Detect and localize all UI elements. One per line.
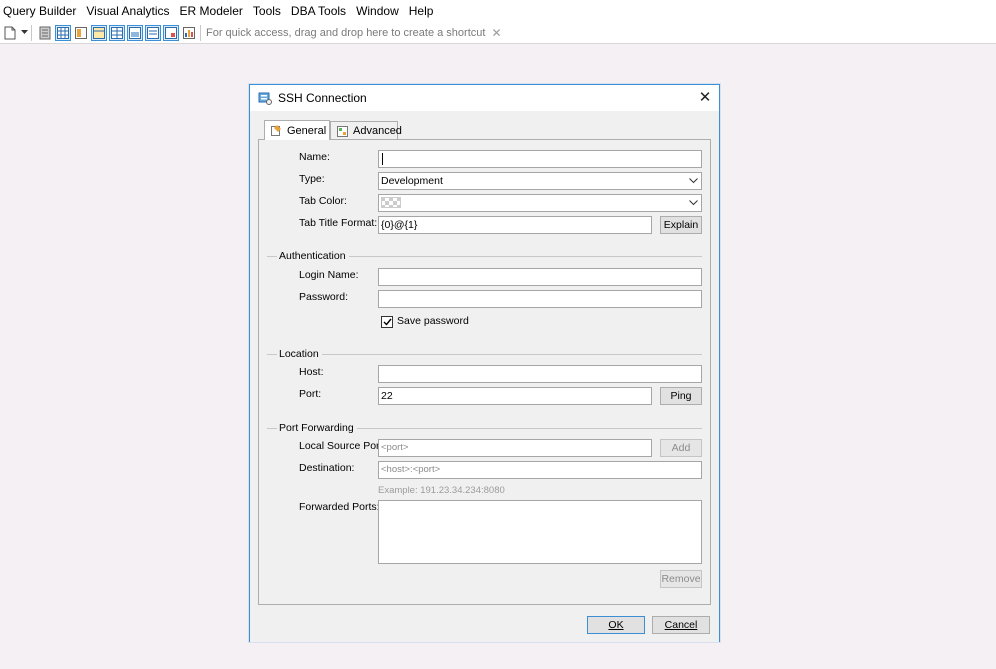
- checkmark-icon: [383, 318, 392, 326]
- table-view-icon[interactable]: [109, 24, 125, 41]
- server-icon[interactable]: [37, 25, 53, 41]
- destination-example-hint: Example: 191.23.34.234:8080: [378, 485, 505, 496]
- save-password-label[interactable]: Save password: [397, 315, 469, 327]
- layout-view-icon[interactable]: [91, 24, 107, 41]
- forwarded-ports-list[interactable]: [378, 500, 702, 564]
- tab-title-format-value: {0}@{1}: [381, 219, 418, 231]
- bar-chart-icon[interactable]: [181, 25, 197, 41]
- name-input[interactable]: [378, 150, 702, 168]
- new-document-icon[interactable]: [2, 25, 18, 41]
- tab-color-select[interactable]: [378, 194, 702, 212]
- toolbar-separator: [31, 24, 32, 41]
- dialog-body: General Advanced Name: Type: Development…: [250, 111, 719, 642]
- menu-er-modeler[interactable]: ER Modeler: [176, 0, 249, 22]
- text-caret: [382, 153, 383, 166]
- type-label: Type:: [299, 173, 325, 185]
- remove-button[interactable]: Remove: [660, 570, 702, 588]
- general-tab-panel: Name: Type: Development Tab Color: Tab T…: [258, 139, 711, 605]
- local-source-port-input[interactable]: <port>: [378, 439, 652, 457]
- chevron-down-icon: [689, 196, 698, 211]
- shortcut-hint: For quick access, drag and drop here to …: [206, 26, 486, 39]
- ok-button[interactable]: OK: [587, 616, 645, 634]
- menu-visual-analytics[interactable]: Visual Analytics: [82, 0, 175, 22]
- dialog-title: SSH Connection: [278, 91, 367, 105]
- advanced-tab-icon: [337, 125, 348, 137]
- chevron-down-icon: [689, 174, 698, 189]
- host-label: Host:: [299, 366, 324, 378]
- color-swatch-icon: [380, 196, 402, 209]
- save-password-checkbox[interactable]: [381, 316, 393, 328]
- close-hint-icon[interactable]: ✕: [491, 26, 501, 40]
- login-name-input[interactable]: [378, 268, 702, 286]
- menu-tools[interactable]: Tools: [249, 0, 287, 22]
- grid-view-icon[interactable]: [55, 24, 71, 41]
- menu-window[interactable]: Window: [352, 0, 405, 22]
- report-view-icon[interactable]: [163, 24, 179, 41]
- tab-advanced[interactable]: Advanced: [330, 121, 402, 140]
- name-label: Name:: [299, 151, 330, 163]
- tab-color-label: Tab Color:: [299, 195, 347, 207]
- tab-advanced-label: Advanced: [353, 125, 402, 137]
- menu-help[interactable]: Help: [405, 0, 440, 22]
- port-forwarding-section-title: Port Forwarding: [277, 422, 357, 434]
- toolbar: For quick access, drag and drop here to …: [0, 22, 996, 44]
- port-forwarding-section: Port Forwarding: [267, 422, 702, 434]
- list-view-icon[interactable]: [145, 24, 161, 41]
- destination-label: Destination:: [299, 462, 355, 474]
- section-divider: [267, 354, 702, 355]
- toolbar-separator: [200, 24, 201, 41]
- dropdown-arrow-icon[interactable]: [20, 25, 28, 41]
- forwarded-ports-label: Forwarded Ports:: [299, 501, 380, 513]
- dialog-title-bar[interactable]: SSH Connection: [250, 85, 719, 111]
- menu-dba-tools[interactable]: DBA Tools: [287, 0, 352, 22]
- location-section-title: Location: [277, 348, 322, 360]
- location-section: Location: [267, 348, 702, 360]
- menu-query-builder[interactable]: Query Builder: [0, 0, 82, 22]
- ping-button[interactable]: Ping: [660, 387, 702, 405]
- close-icon[interactable]: ✕: [697, 89, 713, 106]
- authentication-section: Authentication: [267, 250, 702, 262]
- destination-placeholder: <host>:<port>: [381, 464, 441, 475]
- cancel-button-label: Cancel: [664, 619, 698, 631]
- cancel-button[interactable]: Cancel: [652, 616, 710, 634]
- tab-title-format-input[interactable]: {0}@{1}: [378, 216, 652, 234]
- ok-button-label: OK: [608, 619, 624, 631]
- add-button[interactable]: Add: [660, 439, 702, 457]
- tab-general[interactable]: General: [264, 120, 330, 140]
- general-tab-icon: [271, 125, 282, 136]
- tab-general-label: General: [287, 124, 327, 137]
- form-view-icon[interactable]: [73, 25, 89, 41]
- password-input[interactable]: [378, 290, 702, 308]
- pivot-view-icon[interactable]: [127, 24, 143, 41]
- host-input[interactable]: [378, 365, 702, 383]
- type-select-value: Development: [381, 175, 443, 187]
- port-value: 22: [381, 390, 393, 402]
- tab-title-format-label: Tab Title Format:: [299, 217, 378, 229]
- local-source-port-label: Local Source Port:: [299, 440, 386, 452]
- password-label: Password:: [299, 291, 349, 303]
- local-source-port-placeholder: <port>: [381, 442, 409, 453]
- ssh-connection-dialog: SSH Connection ✕ General Advanced Name: …: [249, 84, 720, 642]
- destination-input[interactable]: <host>:<port>: [378, 461, 702, 479]
- type-select[interactable]: Development: [378, 172, 702, 190]
- ssh-connection-icon: [258, 91, 272, 105]
- login-name-label: Login Name:: [299, 269, 359, 281]
- authentication-section-title: Authentication: [277, 250, 349, 262]
- port-label: Port:: [299, 388, 322, 400]
- menu-bar: Query Builder Visual Analytics ER Modele…: [0, 0, 996, 22]
- port-input[interactable]: 22: [378, 387, 652, 405]
- explain-button[interactable]: Explain: [660, 216, 702, 234]
